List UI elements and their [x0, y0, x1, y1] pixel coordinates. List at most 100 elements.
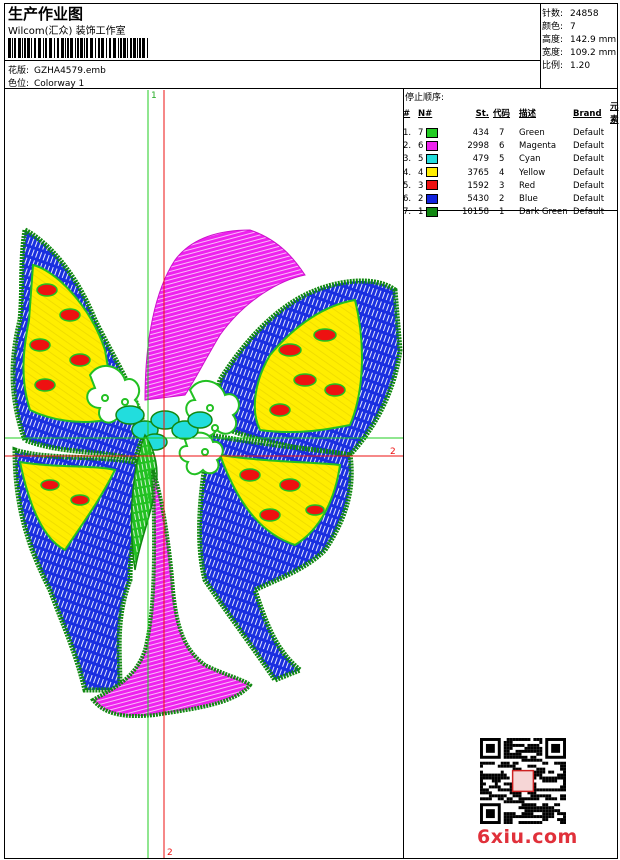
col-desc: 描述 [519, 108, 537, 119]
axis-marker-1: 1 [151, 91, 157, 101]
page-title: 生产作业图 [8, 5, 84, 23]
row-code: 1 [499, 207, 505, 218]
color-swatch [426, 180, 439, 191]
needle-number: 1 [418, 207, 424, 218]
row-needle: 2 [418, 193, 444, 206]
row-needle: 5 [418, 153, 444, 166]
stat-label: 比例: [542, 61, 564, 71]
axis-marker-2-bottom: 2 [167, 848, 173, 858]
row-brand: Default [573, 128, 605, 139]
col-num: # [403, 108, 411, 119]
stat-value: 142.9 mm [570, 35, 617, 45]
row-needle: 1 [418, 206, 444, 219]
row-stitches: 2998 [467, 141, 489, 152]
needle-number: 3 [418, 180, 424, 191]
row-num: 3. [403, 154, 412, 165]
table-row: 2. 6 2998 6 Magenta Default [403, 140, 620, 153]
stat-value: 1.20 [570, 61, 591, 71]
row-code: 7 [499, 128, 505, 139]
stat-colors: 颜色: 7 [542, 19, 576, 32]
row-stitches: 434 [472, 128, 489, 139]
row-brand: Default [573, 194, 605, 205]
row-desc: Red [519, 180, 536, 191]
row-num: 7. [403, 207, 412, 218]
embroidery-preview: 1 2 2 [5, 90, 403, 858]
stat-stitches: 针数: 24858 [542, 6, 599, 19]
design-label: 花版: [8, 66, 30, 76]
needle-number: 4 [418, 167, 424, 178]
stat-label: 颜色: [542, 22, 564, 32]
colorway: 色位: Colorway 1 [8, 76, 84, 89]
row-brand: Default [573, 167, 605, 178]
row-brand: Default [573, 180, 605, 191]
design-file: 花版: GZHA4579.emb [8, 63, 106, 76]
row-num: 4. [403, 167, 412, 178]
stat-value: 109.2 mm [570, 48, 617, 58]
needle-number: 7 [418, 128, 424, 139]
color-swatch [426, 153, 439, 164]
table-row: 3. 5 479 5 Cyan Default [403, 153, 620, 166]
row-desc: Green [519, 128, 545, 139]
colorway-label: 色位: [8, 79, 30, 89]
color-swatch [426, 206, 439, 217]
row-code: 5 [499, 154, 505, 165]
row-code: 6 [499, 141, 505, 152]
stat-label: 高度: [542, 35, 564, 45]
row-num: 2. [403, 141, 412, 152]
row-desc: Magenta [519, 141, 557, 152]
barcode [8, 38, 148, 58]
stat-scale: 比例: 1.20 [542, 58, 590, 71]
row-stitches: 1592 [467, 180, 489, 191]
row-desc: Dark Green [519, 207, 568, 218]
row-needle: 4 [418, 167, 444, 180]
row-desc: Cyan [519, 154, 541, 165]
table-row: 1. 7 434 7 Green Default [403, 127, 620, 140]
qr-code [480, 738, 566, 824]
row-stitches: 10158 [461, 207, 489, 218]
color-swatch [426, 167, 439, 178]
row-needle: 3 [418, 180, 444, 193]
row-desc: Blue [519, 194, 538, 205]
color-swatch [426, 127, 439, 138]
stat-label: 宽度: [542, 48, 564, 58]
color-swatch [426, 140, 439, 151]
col-elem: 元素 [610, 102, 619, 125]
table-row: 5. 3 1592 3 Red Default [403, 180, 620, 193]
stat-height: 高度: 142.9 mm [542, 32, 616, 45]
needle-number: 6 [418, 141, 424, 152]
col-code: 代码 [493, 108, 511, 119]
needle-number: 2 [418, 194, 424, 205]
row-brand: Default [573, 154, 605, 165]
table-row: 6. 2 5430 2 Blue Default [403, 193, 620, 206]
stop-sequence-table: # N# St. 代码 描述 Brand 元素 1. 7 434 7 Green Def… [403, 101, 620, 219]
row-stitches: 5430 [467, 194, 489, 205]
row-stitches: 3765 [467, 167, 489, 178]
row-brand: Default [573, 207, 605, 218]
row-desc: Yellow [519, 167, 546, 178]
col-brand: Brand [573, 108, 602, 119]
design-value: GZHA4579.emb [34, 66, 106, 76]
row-code: 3 [499, 180, 505, 191]
row-needle: 7 [418, 127, 444, 140]
stat-value: 7 [570, 22, 576, 32]
row-num: 1. [403, 128, 412, 139]
needle-number: 5 [418, 154, 424, 165]
row-num: 5. [403, 180, 412, 191]
row-brand: Default [573, 141, 605, 152]
row-code: 4 [499, 167, 505, 178]
colorway-value: Colorway 1 [34, 79, 85, 89]
butterfly-motif [10, 226, 403, 719]
color-swatch [426, 193, 439, 204]
stat-value: 24858 [570, 9, 599, 19]
stat-label: 针数: [542, 9, 564, 19]
header-line [4, 60, 540, 61]
col-st: St. [475, 108, 489, 119]
row-stitches: 479 [472, 154, 489, 165]
table-header: # N# St. 代码 描述 Brand 元素 [403, 101, 620, 127]
stat-width: 宽度: 109.2 mm [542, 45, 616, 58]
row-num: 6. [403, 194, 412, 205]
axis-marker-2-right: 2 [390, 447, 396, 457]
company-name: Wilcom(汇众) 装饰工作室 [8, 26, 126, 37]
row-needle: 6 [418, 140, 444, 153]
table-row: 7. 1 10158 1 Dark Green Default [403, 206, 620, 219]
